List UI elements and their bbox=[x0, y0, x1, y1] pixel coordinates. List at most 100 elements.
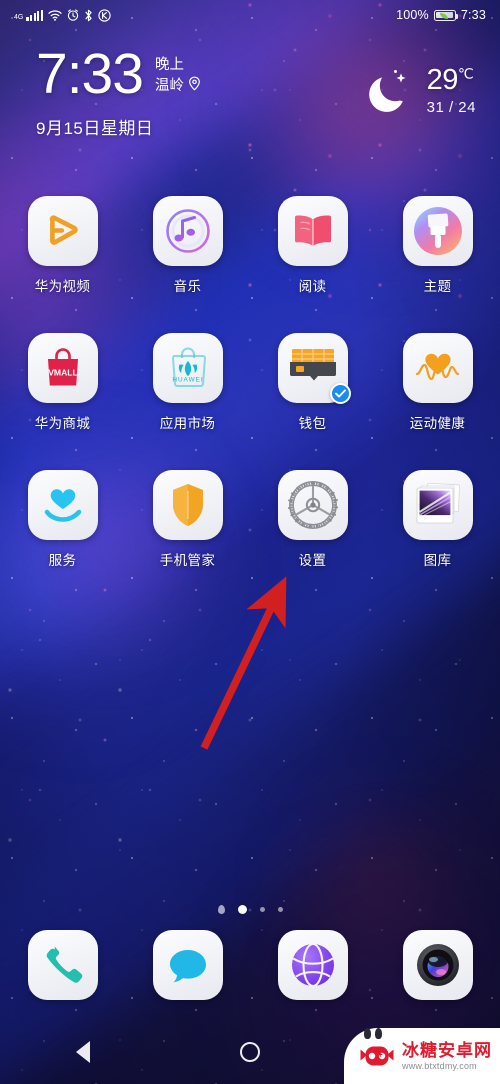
signal-bars-icon bbox=[26, 9, 43, 21]
page-indicator[interactable] bbox=[0, 905, 500, 914]
app-phone-manager[interactable]: 手机管家 bbox=[125, 470, 250, 569]
phone-manager-icon bbox=[152, 470, 223, 540]
app-wallet[interactable]: 钱包 bbox=[250, 333, 375, 432]
app-service[interactable]: 服务 bbox=[0, 470, 125, 569]
phone-icon bbox=[27, 930, 98, 1000]
watermark-title: 冰糖安卓网 bbox=[402, 1040, 492, 1060]
app-huawei-video[interactable]: 华为视频 bbox=[0, 196, 125, 295]
app-row: VMALL 华为商城 HUAWEI 应用市场 钱包 运动健康 bbox=[0, 333, 500, 470]
crescent-moon-icon bbox=[367, 62, 419, 119]
app-label: 应用市场 bbox=[159, 416, 216, 431]
huawei-video-icon bbox=[27, 196, 98, 266]
status-bar-right: 100% 7:33 bbox=[396, 8, 486, 22]
themes-icon bbox=[402, 196, 473, 266]
dock bbox=[0, 930, 500, 1000]
messages-icon bbox=[152, 930, 223, 1000]
page-dot[interactable] bbox=[259, 907, 265, 912]
vmall-icon: VMALL bbox=[27, 333, 98, 403]
dock-item-phone[interactable] bbox=[0, 930, 125, 1000]
page-dot-home[interactable] bbox=[217, 905, 225, 914]
app-label: 设置 bbox=[298, 553, 327, 568]
watermark-text: 冰糖安卓网 www.btxtdmy.com bbox=[402, 1042, 494, 1071]
app-label: 阅读 bbox=[298, 279, 327, 294]
page-dot[interactable] bbox=[277, 907, 283, 912]
status-bar-left: 4G bbox=[14, 8, 111, 22]
settings-gear-icon bbox=[277, 470, 348, 540]
weather-range: 31 / 24 bbox=[426, 98, 476, 116]
back-triangle-icon bbox=[76, 1041, 91, 1063]
icon-wrap bbox=[277, 196, 348, 266]
app-label: 手机管家 bbox=[159, 553, 216, 568]
verified-check-badge bbox=[329, 383, 351, 404]
battery-percent-label: 100% bbox=[396, 8, 429, 22]
clock-time: 7:33 bbox=[36, 42, 144, 106]
app-themes[interactable]: 主题 bbox=[375, 196, 500, 295]
app-row: 华为视频 音乐 阅读 主题 bbox=[0, 196, 500, 333]
wifi-icon bbox=[48, 9, 62, 21]
location-pin-icon bbox=[188, 76, 201, 98]
clock-date: 9月15日星期日 bbox=[36, 118, 154, 138]
icon-wrap bbox=[277, 470, 348, 540]
watermark-url: www.btxtdmy.com bbox=[402, 1060, 477, 1071]
app-gallery[interactable]: 图库 bbox=[375, 470, 500, 569]
back-button[interactable] bbox=[0, 1020, 167, 1084]
candy-gamepad-mascot-icon bbox=[358, 1028, 396, 1075]
bluetooth-icon bbox=[84, 9, 93, 22]
app-health[interactable]: 运动健康 bbox=[375, 333, 500, 432]
app-row: 服务 手机管家 设置 图库 bbox=[0, 470, 500, 607]
home-circle-icon bbox=[240, 1042, 260, 1062]
icon-wrap bbox=[402, 470, 473, 540]
weather-unit: ℃ bbox=[457, 64, 474, 81]
icon-wrap bbox=[277, 333, 351, 404]
camera-icon bbox=[402, 930, 473, 1000]
weather-widget[interactable]: 29℃ 31 / 24 bbox=[367, 62, 476, 119]
icon-wrap: HUAWEI bbox=[152, 333, 223, 403]
clock-widget[interactable]: 7:33 晚上 温岭 9月15日星期日 bbox=[36, 42, 201, 139]
icon-wrap bbox=[402, 196, 473, 266]
app-vmall[interactable]: VMALL 华为商城 bbox=[0, 333, 125, 432]
app-label: 钱包 bbox=[298, 416, 327, 431]
icon-wrap bbox=[402, 333, 473, 403]
app-label: 华为商城 bbox=[34, 416, 91, 431]
icon-wrap: VMALL bbox=[27, 333, 98, 403]
k-circle-icon bbox=[98, 8, 111, 22]
status-bar[interactable]: 4G 100% 7:33 bbox=[0, 0, 500, 30]
mascot-ears bbox=[364, 1028, 382, 1039]
icon-wrap bbox=[27, 196, 98, 266]
clock-location-row[interactable]: 温岭 bbox=[155, 76, 201, 98]
clock-location: 温岭 bbox=[154, 78, 184, 95]
watermark: 冰糖安卓网 www.btxtdmy.com bbox=[344, 1028, 500, 1084]
health-icon bbox=[402, 333, 473, 403]
icon-wrap bbox=[27, 470, 98, 540]
app-label: 运动健康 bbox=[409, 416, 466, 431]
clock-time-row: 7:33 晚上 温岭 bbox=[36, 42, 201, 106]
app-reader[interactable]: 阅读 bbox=[250, 196, 375, 295]
dock-item-browser[interactable] bbox=[250, 930, 375, 1000]
dock-item-camera[interactable] bbox=[375, 930, 500, 1000]
app-settings[interactable]: 设置 bbox=[250, 470, 375, 569]
weather-text: 29℃ 31 / 24 bbox=[426, 64, 476, 116]
app-label: 音乐 bbox=[173, 279, 202, 294]
icon-wrap bbox=[152, 470, 223, 540]
weather-temperature-row: 29℃ bbox=[427, 64, 476, 95]
app-music[interactable]: 音乐 bbox=[125, 196, 250, 295]
alarm-icon bbox=[67, 9, 79, 21]
app-appgallery[interactable]: HUAWEI 应用市场 bbox=[125, 333, 250, 432]
icon-wrap bbox=[152, 196, 223, 266]
app-label: 服务 bbox=[48, 553, 77, 568]
huawei-brand-text: HUAWEI bbox=[172, 377, 203, 384]
appgallery-icon: HUAWEI bbox=[152, 333, 223, 403]
reader-icon bbox=[277, 196, 348, 266]
home-button[interactable] bbox=[167, 1020, 334, 1084]
gallery-icon bbox=[402, 470, 473, 540]
clock-period: 晚上 bbox=[154, 56, 184, 73]
browser-icon bbox=[277, 930, 348, 1000]
service-icon bbox=[27, 470, 98, 540]
app-label: 华为视频 bbox=[34, 279, 91, 294]
app-grid: 华为视频 音乐 阅读 主题 VMALL 华为商城 HUAWEI 应用市场 钱包 … bbox=[0, 196, 500, 607]
clock-meta: 晚上 温岭 bbox=[155, 55, 201, 102]
page-dot-active[interactable] bbox=[237, 905, 247, 914]
dock-item-messages[interactable] bbox=[125, 930, 250, 1000]
status-bar-clock: 7:33 bbox=[460, 8, 486, 22]
music-icon bbox=[152, 196, 223, 266]
